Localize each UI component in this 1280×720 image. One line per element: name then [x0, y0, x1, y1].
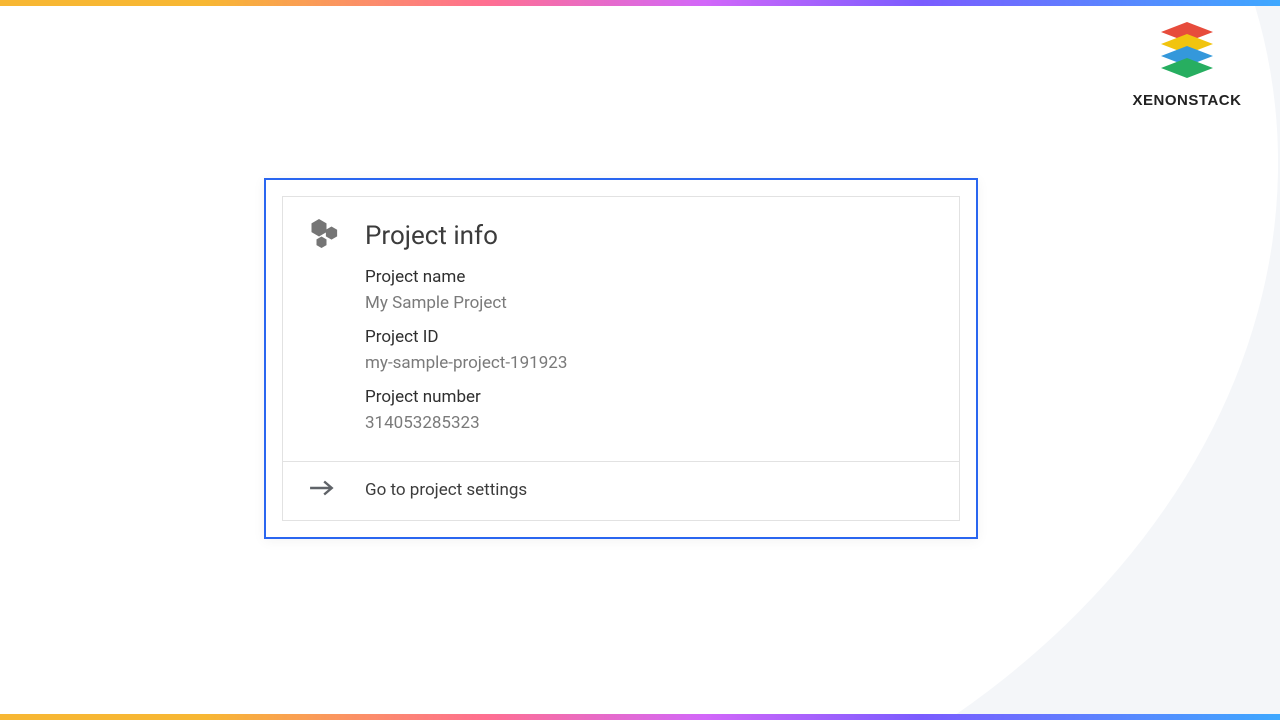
brand-name: XENONSTACK: [1122, 92, 1252, 109]
card-header: Project info: [283, 197, 959, 267]
project-info-card: Project info Project name My Sample Proj…: [264, 178, 978, 539]
top-gradient-bar: [0, 0, 1280, 6]
xenonstack-logo-icon: [1151, 22, 1223, 86]
project-name-value: My Sample Project: [365, 293, 933, 313]
go-to-project-settings-label: Go to project settings: [365, 480, 527, 500]
project-number-field: Project number 314053285323: [365, 387, 933, 433]
project-id-label: Project ID: [365, 327, 933, 347]
project-name-label: Project name: [365, 267, 933, 287]
project-name-field: Project name My Sample Project: [365, 267, 933, 313]
bottom-gradient-bar: [0, 714, 1280, 720]
card-title: Project info: [365, 221, 498, 251]
brand-logo-block: XENONSTACK: [1122, 22, 1252, 109]
project-info-card-body: Project info Project name My Sample Proj…: [282, 196, 960, 461]
project-id-value: my-sample-project-191923: [365, 353, 933, 373]
go-to-project-settings-button[interactable]: Go to project settings: [282, 461, 960, 521]
arrow-right-icon: [309, 478, 343, 502]
project-info-icon: [309, 219, 343, 253]
card-fields: Project name My Sample Project Project I…: [283, 267, 959, 461]
project-number-value: 314053285323: [365, 413, 933, 433]
project-id-field: Project ID my-sample-project-191923: [365, 327, 933, 373]
project-number-label: Project number: [365, 387, 933, 407]
